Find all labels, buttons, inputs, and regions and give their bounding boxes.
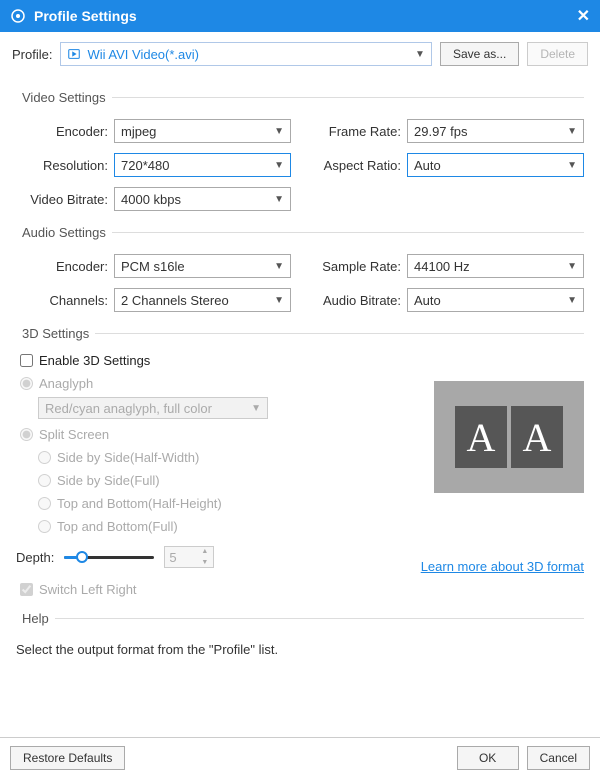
chevron-down-icon: ▼ — [274, 295, 284, 306]
video-bitrate-select[interactable]: 4000 kbps▼ — [114, 187, 291, 211]
video-legend: Video Settings — [16, 90, 112, 105]
profile-label: Profile: — [12, 47, 52, 62]
depth-slider[interactable] — [64, 549, 154, 565]
chevron-down-icon: ▼ — [251, 403, 261, 414]
help-section: Help Select the output format from the "… — [16, 611, 584, 657]
video-settings: Video Settings Encoder: mjpeg▼ Frame Rat… — [16, 90, 584, 211]
split-screen-label: Split Screen — [39, 427, 109, 442]
chevron-down-icon: ▼ — [415, 49, 425, 60]
content: Video Settings Encoder: mjpeg▼ Frame Rat… — [0, 76, 600, 737]
3d-settings: 3D Settings Enable 3D Settings Anaglyph … — [16, 326, 584, 597]
cancel-button[interactable]: Cancel — [527, 746, 590, 770]
help-legend: Help — [16, 611, 55, 626]
chevron-down-icon: ▼ — [274, 261, 284, 272]
samplerate-select[interactable]: 44100 Hz▼ — [407, 254, 584, 278]
video-encoder-label: Encoder: — [16, 124, 108, 139]
learn-3d-link[interactable]: Learn more about 3D format — [421, 559, 584, 574]
framerate-label: Frame Rate: — [309, 124, 401, 139]
footer: Restore Defaults OK Cancel — [0, 737, 600, 778]
anaglyph-select: Red/cyan anaglyph, full color▼ — [38, 397, 268, 419]
chevron-down-icon: ▼ — [274, 194, 284, 205]
chevron-down-icon: ▼ — [274, 126, 284, 137]
chevron-down-icon: ▼ — [567, 126, 577, 137]
video-bitrate-label: Video Bitrate: — [16, 192, 108, 207]
tb-half-radio — [38, 497, 51, 510]
chevron-down-icon: ▼ — [567, 295, 577, 306]
chevron-down-icon: ▼ — [201, 559, 211, 566]
3d-preview: A A — [434, 381, 584, 493]
chevron-down-icon: ▼ — [274, 160, 284, 171]
aspect-label: Aspect Ratio: — [309, 158, 401, 173]
channels-select[interactable]: 2 Channels Stereo▼ — [114, 288, 291, 312]
sbs-full-radio — [38, 474, 51, 487]
video-encoder-select[interactable]: mjpeg▼ — [114, 119, 291, 143]
help-text: Select the output format from the "Profi… — [16, 642, 584, 657]
anaglyph-radio — [20, 377, 33, 390]
resolution-select[interactable]: 720*480▼ — [114, 153, 291, 177]
delete-button: Delete — [527, 42, 588, 66]
audio-encoder-label: Encoder: — [16, 259, 108, 274]
3d-legend: 3D Settings — [16, 326, 95, 341]
switch-lr-checkbox — [20, 583, 33, 596]
audio-legend: Audio Settings — [16, 225, 112, 240]
app-icon — [10, 8, 26, 24]
channels-label: Channels: — [16, 293, 108, 308]
sbs-half-radio — [38, 451, 51, 464]
save-as-button[interactable]: Save as... — [440, 42, 519, 66]
close-icon[interactable]: ✕ — [577, 6, 590, 26]
anaglyph-label: Anaglyph — [39, 376, 93, 391]
window-title: Profile Settings — [34, 8, 137, 24]
samplerate-label: Sample Rate: — [309, 259, 401, 274]
ok-button[interactable]: OK — [457, 746, 519, 770]
chevron-down-icon: ▼ — [567, 261, 577, 272]
audio-encoder-select[interactable]: PCM s16le▼ — [114, 254, 291, 278]
restore-defaults-button[interactable]: Restore Defaults — [10, 746, 125, 770]
tb-full-radio — [38, 520, 51, 533]
resolution-label: Resolution: — [16, 158, 108, 173]
audio-bitrate-select[interactable]: Auto▼ — [407, 288, 584, 312]
enable-3d-checkbox[interactable] — [20, 354, 33, 367]
chevron-up-icon: ▲ — [201, 548, 211, 555]
profile-select-value: Wii AVI Video(*.avi) — [87, 47, 199, 62]
split-screen-radio — [20, 428, 33, 441]
framerate-select[interactable]: 29.97 fps▼ — [407, 119, 584, 143]
profile-select[interactable]: Wii AVI Video(*.avi) ▼ — [60, 42, 431, 66]
aspect-select[interactable]: Auto▼ — [407, 153, 584, 177]
audio-bitrate-label: Audio Bitrate: — [309, 293, 401, 308]
topbar: Profile: Wii AVI Video(*.avi) ▼ Save as.… — [0, 32, 600, 76]
audio-settings: Audio Settings Encoder: PCM s16le▼ Sampl… — [16, 225, 584, 312]
depth-spinner: 5 ▲▼ — [164, 546, 214, 568]
titlebar: Profile Settings ✕ — [0, 0, 600, 32]
depth-label: Depth: — [16, 550, 54, 565]
switch-lr-label: Switch Left Right — [39, 582, 137, 597]
video-file-icon — [67, 47, 81, 61]
chevron-down-icon: ▼ — [567, 160, 577, 171]
enable-3d-label: Enable 3D Settings — [39, 353, 150, 368]
